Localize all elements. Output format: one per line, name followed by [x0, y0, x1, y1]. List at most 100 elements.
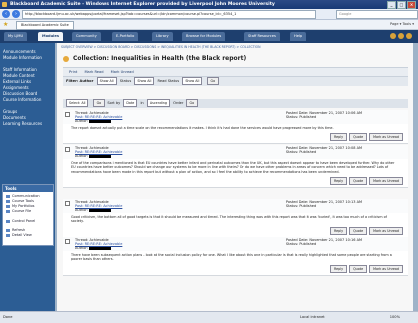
menu-item-discussion-board[interactable]: Discussion Board — [3, 91, 37, 96]
logout-icon[interactable] — [406, 33, 412, 39]
print-button[interactable]: Print — [69, 70, 77, 74]
main-content: SUBJECT OVERVIEW > DISCUSSION BOARD > DI… — [57, 43, 413, 311]
menu-item-module-information[interactable]: Module Information — [3, 55, 42, 60]
breadcrumb[interactable]: SUBJECT OVERVIEW > DISCUSSION BOARD > DI… — [61, 45, 261, 49]
back-icon[interactable]: ‹ — [2, 10, 10, 18]
order-select[interactable]: Ascending — [146, 99, 170, 107]
mark-unread-post-button[interactable]: Mark as Unread — [369, 264, 403, 273]
browser-tab[interactable]: Blackboard Academic Suite — [16, 21, 74, 30]
close-button[interactable]: × — [407, 1, 416, 9]
tab-modules[interactable]: Modules — [38, 32, 63, 41]
tab-my-ljmu[interactable]: My LJMU — [4, 32, 28, 41]
select-checkbox[interactable] — [65, 112, 70, 117]
tab-library[interactable]: Library — [152, 32, 173, 41]
tab-community[interactable]: Community — [72, 32, 101, 41]
sort-bar: Select: All Go Sort by Date in Ascending… — [63, 99, 408, 108]
menu-item-module-content[interactable]: Module Content — [3, 73, 35, 78]
post-status: Status: Published — [285, 204, 317, 209]
help-icon[interactable] — [398, 33, 404, 39]
tools-box: Tools Communication Course Tools My Port… — [2, 184, 54, 246]
redacted-author — [89, 154, 112, 158]
status-select[interactable]: Show All — [134, 77, 155, 85]
select-checkbox[interactable] — [65, 239, 70, 244]
sort-by-select[interactable]: Date — [123, 99, 138, 107]
tool-label: Detail View — [12, 233, 32, 237]
zoom-level[interactable]: 100% — [390, 312, 400, 323]
filter-bar: Filter: Author Show All Status Show All … — [63, 77, 408, 86]
tool-control-panel[interactable]: Control Panel — [6, 219, 35, 223]
zone-text: Local intranet — [300, 315, 325, 319]
page-tools-menu[interactable]: Page ▾ Tools ▾ — [390, 21, 414, 28]
author-label: Author: — [75, 154, 88, 159]
maximize-button[interactable]: □ — [397, 1, 406, 9]
tool-label: Course File — [12, 209, 32, 213]
minimize-button[interactable]: _ — [387, 1, 396, 9]
sort-go-button[interactable]: Go — [185, 99, 199, 107]
tool-my-portfolios[interactable]: My Portfolios — [6, 204, 34, 208]
post-body: The report doesnt actually put a time sc… — [71, 126, 334, 130]
select-all-select[interactable]: Select: All — [66, 99, 89, 107]
menu-item-documents[interactable]: Documents — [3, 115, 26, 120]
tab-staff-resources[interactable]: Staff Resources — [244, 32, 280, 41]
course-menu: Announcements Module Information Staff I… — [0, 43, 55, 311]
mark-unread-post-button[interactable]: Mark as Unread — [369, 176, 403, 185]
favorites-star-icon[interactable]: ★ — [3, 21, 8, 28]
quote-button[interactable]: Quote — [349, 176, 368, 185]
tool-course-tools[interactable]: Course Tools — [6, 199, 34, 203]
reply-button[interactable]: Reply — [329, 226, 348, 235]
menu-item-assignments[interactable]: Assignments — [3, 85, 29, 90]
author-select[interactable]: Show All — [96, 77, 117, 85]
search-input[interactable]: Google — [336, 10, 418, 19]
menu-item-groups[interactable]: Groups — [3, 109, 17, 114]
post-header: Thread: Achievable Post: RE:RE:RE: Achie… — [63, 199, 408, 213]
home-icon[interactable] — [390, 33, 396, 39]
tool-label: Refresh — [12, 228, 26, 232]
quote-button[interactable]: Quote — [349, 226, 368, 235]
quote-button[interactable]: Quote — [349, 133, 368, 142]
post-meta: Thread: Achievable Post: RE:RE:RE: Achie… — [75, 200, 122, 213]
menu-item-course-information[interactable]: Course Information — [3, 97, 41, 102]
select-checkbox[interactable] — [65, 147, 70, 152]
menu-item-staff-information[interactable]: Staff Information — [3, 67, 37, 72]
post-header: Thread: Achievable Post: RE:RE:RE: Achie… — [63, 145, 408, 159]
tool-refresh[interactable]: Refresh — [6, 228, 25, 232]
select-go-button[interactable]: Go — [92, 99, 106, 107]
post-actions: Reply Quote Mark as Unread — [63, 226, 408, 237]
post-meta: Thread: Achievable Post: RE:RE:RE: Achie… — [75, 146, 122, 159]
tool-label: Communication — [12, 194, 40, 198]
forward-icon[interactable]: › — [12, 10, 20, 18]
tab-help[interactable]: Help — [290, 32, 307, 41]
mark-read-button[interactable]: Mark Read — [84, 70, 103, 74]
tools-icon — [6, 199, 10, 203]
reply-button[interactable]: Reply — [329, 264, 348, 273]
author-label: Author: — [75, 119, 88, 124]
quote-button[interactable]: Quote — [349, 264, 368, 273]
filter-go-button[interactable]: Go — [206, 77, 220, 85]
reply-button[interactable]: Reply — [329, 176, 348, 185]
mark-unread-button[interactable]: Mark Unread — [111, 70, 134, 74]
tool-communication[interactable]: Communication — [6, 194, 40, 198]
select-checkbox[interactable] — [65, 201, 70, 206]
post-body: One of the comparisons i mentioned is th… — [71, 161, 395, 174]
read-status-select[interactable]: Show All — [182, 77, 203, 85]
menu-item-learning-resources[interactable]: Learning Resources — [3, 121, 42, 126]
reply-button[interactable]: Reply — [329, 133, 348, 142]
window-title: Blackboard Academic Suite - Windows Inte… — [10, 2, 275, 7]
tab-browse-modules[interactable]: Browse for Modules — [182, 32, 226, 41]
blackboard-tab-bar: My LJMU Modules Community E-Portfolio Li… — [0, 30, 418, 43]
mark-unread-post-button[interactable]: Mark as Unread — [369, 133, 403, 142]
detail-view-icon — [6, 233, 10, 237]
thread-post: Thread: Achievable Post: RE:RE:RE: Achie… — [63, 145, 408, 188]
tool-course-file[interactable]: Course File — [6, 209, 31, 213]
menu-item-external-links[interactable]: External Links — [3, 79, 31, 84]
address-bar[interactable]: http://blackboard.ljmu.ac.uk/webapps/por… — [22, 10, 316, 19]
status-text: Done — [3, 315, 13, 319]
tab-e-portfolio[interactable]: E-Portfolio — [112, 32, 139, 41]
tool-detail-view[interactable]: Detail View — [6, 233, 32, 237]
post-status: Status: Published — [285, 150, 317, 155]
menu-item-announcements[interactable]: Announcements — [3, 49, 36, 54]
mark-unread-post-button[interactable]: Mark as Unread — [369, 226, 403, 235]
header-icons — [388, 33, 412, 40]
thread-post: Thread: Achievable Post: RE:RE:RE: Achie… — [63, 199, 408, 238]
control-panel-icon — [6, 219, 10, 223]
